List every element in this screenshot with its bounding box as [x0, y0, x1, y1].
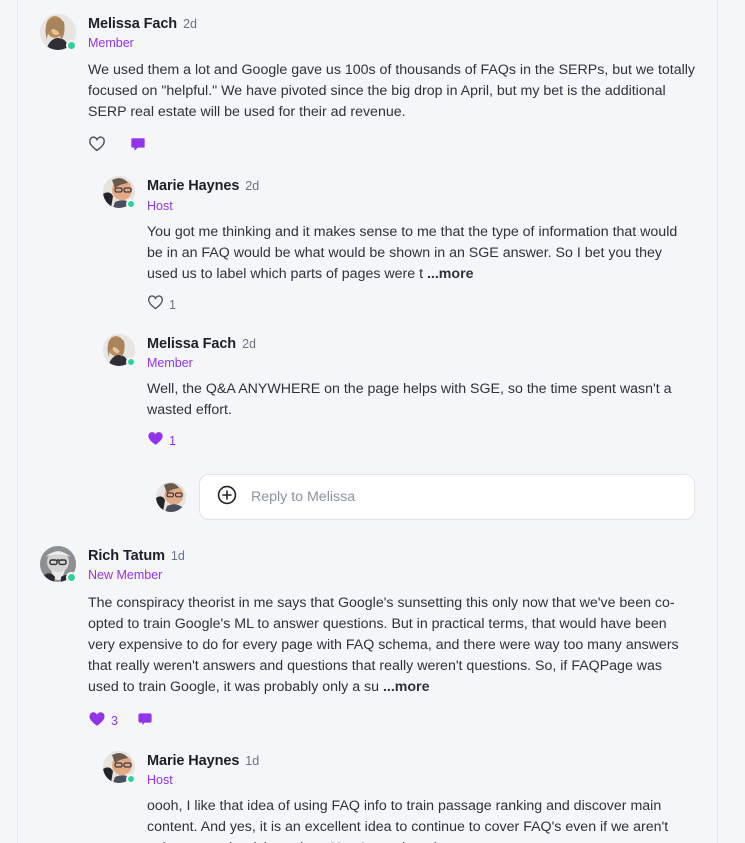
post-body: The conspiracy theorist in me says that …: [88, 593, 695, 698]
comment-filled-icon: [136, 710, 154, 733]
author-line: Marie Haynes 1d: [147, 752, 259, 770]
heart-filled-icon: [147, 430, 164, 452]
post-actions: [88, 135, 695, 158]
reply-input[interactable]: [251, 489, 678, 506]
reply-body: You got me thinking and it makes sense t…: [147, 222, 695, 285]
author-meta: Marie Haynes 2d Host: [147, 176, 259, 213]
author-line: Melissa Fach 2d: [88, 15, 197, 33]
like-button[interactable]: [88, 135, 111, 158]
post-melissa-fach: Melissa Fach 2d Member We used them a lo…: [40, 0, 695, 521]
reply-marie-haynes: Marie Haynes 2d Host You got me thinking…: [103, 176, 695, 315]
post-timestamp: 1d: [245, 753, 260, 768]
comment-button[interactable]: [136, 710, 154, 733]
like-button[interactable]: 3: [88, 710, 118, 733]
online-status-dot: [126, 199, 136, 210]
reply-header: Marie Haynes 1d Host: [103, 750, 695, 788]
like-count: 1: [169, 434, 176, 449]
reply-body-text: Well, the Q&A ANYWHERE on the page helps…: [147, 381, 672, 419]
like-count: 3: [111, 714, 118, 728]
right-divider-rail: [717, 0, 718, 843]
show-more-link[interactable]: ...more: [427, 266, 474, 282]
show-more-link[interactable]: ...more: [383, 679, 430, 695]
author-role-badge: Member: [88, 36, 134, 51]
like-count: 1: [169, 297, 176, 312]
comment-thread-page: Melissa Fach 2d Member We used them a lo…: [0, 0, 745, 843]
author-role-badge: Member: [147, 355, 193, 370]
author-name[interactable]: Melissa Fach: [88, 15, 177, 33]
reply-actions: 1: [147, 430, 695, 452]
post-timestamp: 2d: [242, 336, 256, 351]
comment-feed: Melissa Fach 2d Member We used them a lo…: [18, 0, 717, 843]
heart-outline-icon: [88, 135, 106, 158]
post-header: Melissa Fach 2d Member: [40, 14, 695, 51]
online-status-dot: [126, 356, 136, 367]
reply-marie-haynes: Marie Haynes 1d Host oooh, I like that i…: [103, 750, 695, 843]
author-name[interactable]: Marie Haynes: [147, 752, 239, 770]
author-line: Marie Haynes 2d: [147, 177, 259, 195]
author-role-badge: Host: [147, 772, 173, 787]
author-meta: Melissa Fach 2d Member: [147, 334, 256, 371]
reply-body-text: oooh, I like that idea of using FAQ info…: [147, 797, 669, 843]
heart-outline-icon: [147, 294, 164, 316]
reply-input-box[interactable]: [199, 474, 695, 521]
like-button[interactable]: 1: [147, 430, 176, 452]
reply-header: Marie Haynes 2d Host: [103, 176, 695, 213]
author-name[interactable]: Marie Haynes: [147, 177, 239, 195]
author-meta: Marie Haynes 1d Host: [147, 751, 259, 788]
post-header: Rich Tatum 1d New Member: [40, 546, 695, 584]
author-line: Melissa Fach 2d: [147, 335, 256, 353]
avatar[interactable]: [103, 750, 136, 784]
author-line: Rich Tatum 1d: [88, 547, 185, 565]
comment-button[interactable]: [129, 135, 147, 158]
author-role-badge: Host: [147, 198, 173, 213]
reply-melissa-fach: Melissa Fach 2d Member Well, the Q&A ANY…: [103, 333, 695, 452]
reply-body-text: You got me thinking and it makes sense t…: [147, 223, 678, 282]
online-status-dot: [66, 40, 77, 51]
online-status-dot: [66, 572, 77, 584]
avatar[interactable]: [103, 176, 136, 210]
author-role-badge: New Member: [88, 568, 163, 583]
plus-circle-icon[interactable]: [216, 484, 238, 511]
avatar[interactable]: [40, 546, 77, 584]
post-rich-tatum: Rich Tatum 1d New Member The conspiracy …: [40, 546, 695, 843]
author-meta: Melissa Fach 2d Member: [88, 14, 197, 51]
reply-list: Marie Haynes 2d Host You got me thinking…: [103, 176, 695, 521]
post-body: We used them a lot and Google gave us 10…: [88, 60, 695, 123]
avatar[interactable]: [103, 333, 136, 367]
avatar-portrait-current-user: [156, 482, 186, 513]
reply-list: Marie Haynes 1d Host oooh, I like that i…: [103, 750, 695, 843]
comment-filled-icon: [129, 135, 147, 158]
like-button[interactable]: 1: [147, 294, 176, 316]
reply-body: oooh, I like that idea of using FAQ info…: [147, 796, 695, 843]
heart-filled-icon: [88, 710, 106, 733]
reply-composer: [156, 474, 695, 521]
reply-actions: 1: [147, 294, 695, 316]
post-actions: 3: [88, 710, 695, 733]
author-name[interactable]: Melissa Fach: [147, 335, 236, 353]
post-timestamp: 2d: [183, 17, 197, 31]
reply-header: Melissa Fach 2d Member: [103, 333, 695, 371]
author-name[interactable]: Rich Tatum: [88, 547, 165, 565]
author-meta: Rich Tatum 1d New Member: [88, 546, 185, 583]
composer-avatar[interactable]: [156, 482, 186, 513]
post-body-text: We used them a lot and Google gave us 10…: [88, 62, 695, 121]
avatar-image-current-user: [156, 482, 186, 513]
reply-body: Well, the Q&A ANYWHERE on the page helps…: [147, 379, 695, 421]
avatar[interactable]: [40, 14, 77, 51]
post-timestamp: 1d: [170, 549, 185, 564]
post-timestamp: 2d: [245, 179, 260, 194]
online-status-dot: [126, 773, 136, 784]
